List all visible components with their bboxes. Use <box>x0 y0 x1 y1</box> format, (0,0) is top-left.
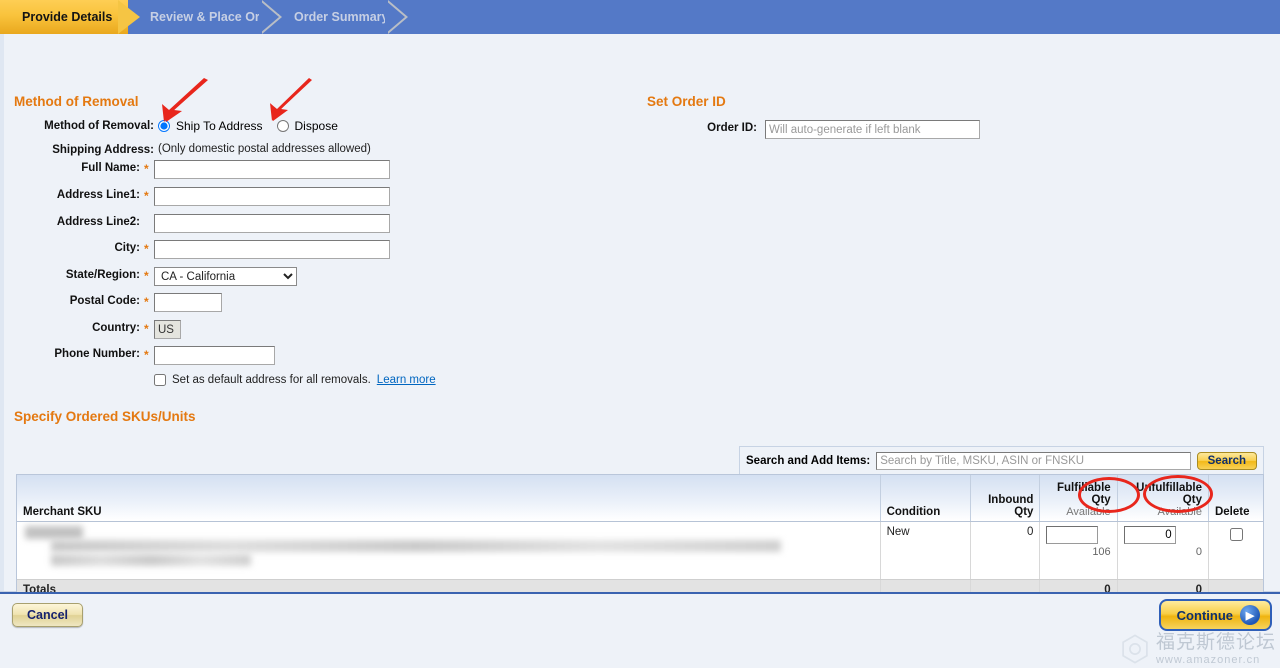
footer-bar: Cancel Continue ▶ 福克斯德论坛 www.amazoner.cn <box>0 592 1280 668</box>
cell-fulfillable-qty: 106 <box>1039 521 1118 580</box>
column-header-fulfillable-qty-label: Fulfillable Qty <box>1057 481 1111 506</box>
required-marker-phone-number: * <box>144 348 149 362</box>
search-and-add-items-bar: Search and Add Items: Search <box>739 446 1264 474</box>
required-marker-address-line1: * <box>144 189 149 203</box>
label-order-id: Order ID: <box>707 122 757 134</box>
label-method-of-removal: Method of Removal: <box>44 120 154 132</box>
continue-button-label: Continue <box>1176 607 1233 623</box>
tab-review-place-order[interactable]: Review & Place Order <box>128 0 279 34</box>
radio-dispose-label: Dispose <box>294 119 338 133</box>
annotation-arrow-dispose <box>270 78 312 121</box>
delete-row-checkbox[interactable] <box>1229 527 1243 541</box>
cell-merchant-sku <box>17 521 881 580</box>
section-title-method-of-removal: Method of Removal <box>14 94 139 109</box>
shipping-address-note: (Only domestic postal addresses allowed) <box>158 143 371 155</box>
tab-separator-1-inner <box>259 0 279 34</box>
column-header-unfulfillable-available: Available <box>1157 505 1202 518</box>
column-header-merchant-sku: Merchant SKU <box>17 475 881 522</box>
merchant-sku-redacted <box>23 525 874 568</box>
radio-ship-to-address-label: Ship To Address <box>176 119 263 133</box>
required-marker-postal-code: * <box>144 295 149 309</box>
tab-order-summary-label: Order Summary <box>294 10 389 24</box>
tab-provide-details-label: Provide Details <box>22 10 113 24</box>
watermark: 福克斯德论坛 www.amazoner.cn <box>1118 632 1276 666</box>
set-default-address-label: Set as default address for all removals. <box>172 374 371 386</box>
cell-inbound-qty: 0 <box>970 521 1041 580</box>
required-marker-full-name: * <box>144 162 149 176</box>
column-header-fulfillable-available: Available <box>1066 505 1111 518</box>
section-title-specify-skus: Specify Ordered SKUs/Units <box>14 409 196 424</box>
fulfillable-qty-input[interactable] <box>1046 525 1099 544</box>
column-header-inbound-qty-label: Inbound Qty <box>988 493 1034 518</box>
postal-code-input[interactable] <box>154 293 222 312</box>
label-shipping-address: Shipping Address: <box>52 144 154 156</box>
search-items-input[interactable] <box>876 451 1191 470</box>
column-header-unfulfillable-qty: Unfulfillable Qty Available <box>1117 475 1209 522</box>
order-id-input[interactable] <box>765 120 980 139</box>
radio-ship-to-address[interactable] <box>158 120 170 132</box>
column-header-delete: Delete <box>1208 475 1263 522</box>
unfulfillable-qty-input[interactable] <box>1123 525 1176 544</box>
label-city: City: <box>114 242 140 254</box>
cell-unfulfillable-qty: 0 <box>1117 521 1209 580</box>
column-header-unfulfillable-qty-label: Unfulfillable Qty <box>1136 481 1202 506</box>
watermark-url: www.amazoner.cn <box>1155 653 1261 666</box>
search-button[interactable]: Search <box>1196 451 1257 470</box>
city-input[interactable] <box>154 240 390 259</box>
cell-condition: New <box>880 521 971 580</box>
section-title-set-order-id: Set Order ID <box>647 94 726 109</box>
label-country: Country: <box>92 322 140 334</box>
full-name-input[interactable] <box>154 160 390 179</box>
label-phone-number: Phone Number: <box>54 348 140 360</box>
page-body: Method of Removal Method of Removal: Shi… <box>0 34 1280 639</box>
cell-delete <box>1208 521 1263 580</box>
country-input <box>154 320 181 339</box>
tab-active-arrow <box>118 0 140 34</box>
state-region-select[interactable]: CA - California <box>154 267 297 286</box>
wizard-tab-bar: Provide Details Review & Place Order Ord… <box>0 0 1280 34</box>
label-postal-code: Postal Code: <box>69 295 140 307</box>
set-default-address-checkbox[interactable] <box>154 374 166 386</box>
label-full-name: Full Name: <box>81 162 140 174</box>
address-line2-input[interactable] <box>154 214 390 233</box>
column-header-inbound-qty: Inbound Qty <box>970 475 1041 522</box>
page-left-edge <box>0 34 4 591</box>
radio-dispose[interactable] <box>276 120 289 132</box>
address-line1-input[interactable] <box>154 187 390 206</box>
required-marker-city: * <box>144 242 149 256</box>
sku-table-header-row: Merchant SKU Condition Inbound Qty Fulfi… <box>17 475 1263 522</box>
arrow-right-circle-icon: ▶ <box>1240 605 1260 625</box>
learn-more-link[interactable]: Learn more <box>377 374 436 386</box>
required-marker-country: * <box>144 322 149 336</box>
label-state-region: State/Region: <box>65 269 140 281</box>
continue-button[interactable]: Continue ▶ <box>1158 599 1272 631</box>
label-address-line2: Address Line2: <box>56 216 140 228</box>
label-address-line1: Address Line1: <box>56 189 140 201</box>
watermark-text-cn: 福克斯德论坛 <box>1155 630 1276 653</box>
table-row: New 0 106 0 <box>17 521 1263 580</box>
required-marker-state-region: * <box>144 269 149 283</box>
unfulfillable-available-value: 0 <box>1195 545 1202 558</box>
watermark-logo-icon <box>1122 634 1148 664</box>
cancel-button[interactable]: Cancel <box>12 603 83 627</box>
phone-number-input[interactable] <box>154 346 275 365</box>
column-header-condition: Condition <box>880 475 971 522</box>
tab-separator-2-inner <box>385 0 405 34</box>
search-and-add-items-label: Search and Add Items: <box>746 454 871 467</box>
tab-provide-details[interactable]: Provide Details <box>0 0 128 34</box>
column-header-fulfillable-qty: Fulfillable Qty Available <box>1039 475 1118 522</box>
fulfillable-available-value: 106 <box>1092 545 1111 558</box>
